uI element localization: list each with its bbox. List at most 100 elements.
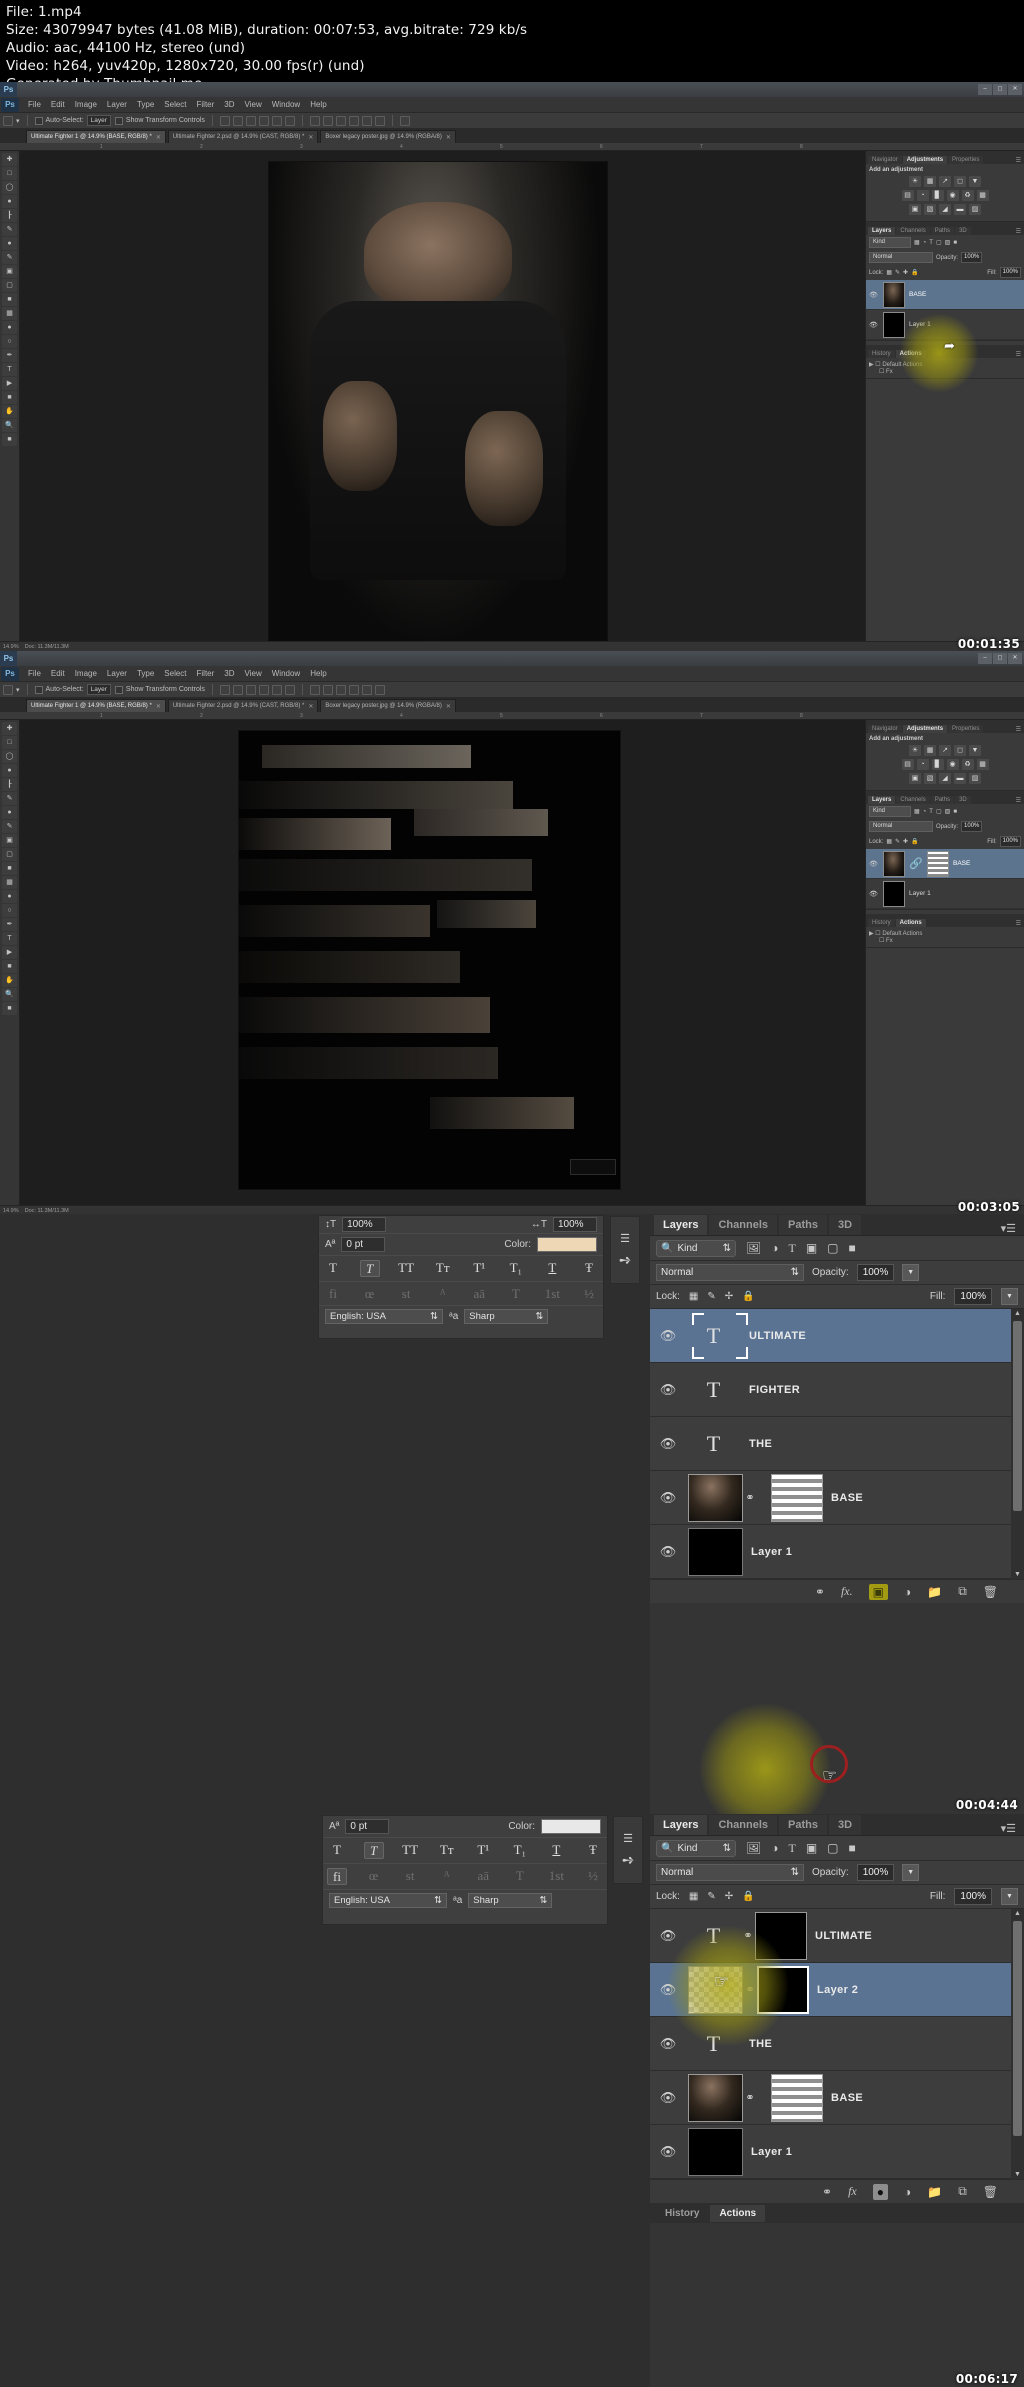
clone-source-icon[interactable]: ➺ [619, 1251, 632, 1269]
small-caps-icon[interactable]: Tт [437, 1842, 457, 1859]
layers-dock-3[interactable]: Layers Channels Paths 3D ▾☰ 🔍 Kind ⇅ 🖼 ◑… [650, 1214, 1024, 1814]
visibility-eye-icon[interactable]: 👁 [650, 1928, 686, 1944]
marquee-tool-icon[interactable]: □ [2, 736, 17, 749]
adjustments-tabstrip-1[interactable]: Navigator Adjustments Properties ☰ [866, 151, 1024, 164]
filter-shape-icon[interactable]: ▢ [936, 808, 942, 815]
layer-name[interactable]: BASE [953, 860, 970, 867]
gradient-tool-icon[interactable]: ▦ [2, 876, 17, 889]
visibility-eye-icon[interactable]: 👁 [868, 860, 879, 868]
document-tab-2[interactable]: Boxer legacy poster.jpg @ 14.9% (RGBA/8)… [320, 130, 456, 143]
menu-help[interactable]: Help [305, 100, 331, 109]
tab-channels[interactable]: Channels [709, 1815, 777, 1835]
document-tab-0-close-icon[interactable]: ✕ [156, 703, 161, 710]
ordinals-icon[interactable]: 1st [542, 1286, 562, 1301]
tab-layers[interactable]: Layers [654, 1815, 708, 1835]
kind-filter-dropdown[interactable]: 🔍 Kind ⇅ [656, 1839, 736, 1857]
hand-tool-icon[interactable]: ✋ [2, 405, 17, 418]
layers-tabstrip-3[interactable]: Layers Channels Paths 3D ▾☰ [650, 1214, 1024, 1236]
history-actions-tabstrip-4[interactable]: History Actions [650, 2203, 1024, 2223]
subscript-icon[interactable]: T₁ [510, 1842, 530, 1859]
visibility-eye-icon[interactable]: 👁 [650, 2144, 686, 2160]
color-balance-icon[interactable]: ◔ [916, 759, 929, 770]
filter-smart-icon[interactable]: ▧ [945, 239, 951, 246]
align-hcenter-icon[interactable] [232, 115, 243, 126]
panel-menu-icon[interactable]: ▾☰ [1001, 1822, 1024, 1835]
shape-tool-icon[interactable]: ■ [2, 960, 17, 973]
visibility-eye-icon[interactable]: 👁 [650, 2036, 686, 2052]
document-canvas-2[interactable] [238, 730, 621, 1190]
layer-link-icon[interactable]: ⚭ [743, 1983, 757, 1996]
layers-bottom-toolbar-3[interactable]: ⚭ fx. ▣ ◑ 📁 ⧉ 🗑 [650, 1579, 1024, 1603]
adjustments-row-2[interactable]: ▤ ◔ ▊ ◉ ♻ ▦ [869, 759, 1021, 770]
opacity-slider-arrow[interactable]: ▼ [902, 1264, 920, 1281]
superscript-icon[interactable]: T¹ [469, 1260, 489, 1277]
blend-mode-dropdown[interactable]: Normal ⇅ [656, 1864, 804, 1881]
type-layer-thumbnail[interactable]: T [686, 1323, 741, 1349]
layer-row-ultimate[interactable]: 👁 T ⚭ ULTIMATE [650, 1909, 1024, 1963]
layer-link-icon[interactable]: ⚭ [743, 1491, 757, 1504]
layer-name[interactable]: Layer 1 [751, 1546, 792, 1558]
layer-thumbnail[interactable] [883, 281, 905, 308]
layer-filter-row-1[interactable]: Kind ▦ ◔ T ▢ ▧ ■ [866, 235, 1024, 250]
titling-alternates-icon[interactable]: aā [469, 1286, 489, 1301]
blur-tool-icon[interactable]: ● [2, 890, 17, 903]
strikethrough-icon[interactable]: Ŧ [579, 1260, 599, 1277]
path-select-tool-icon[interactable]: ▶ [2, 377, 17, 390]
zoom-level-2[interactable]: 14.9% [3, 1208, 19, 1214]
lock-row-1[interactable]: Lock: ▦ ✎ ✚ 🔒 Fill: 100% [866, 265, 1024, 280]
contextual-alternates-icon[interactable]: st [400, 1868, 420, 1885]
layer-row-layer2[interactable]: 👁 ⚭ Layer 2 [650, 1963, 1024, 2017]
distribute-hcenter-icon[interactable] [361, 684, 372, 695]
tab-history[interactable]: History [868, 919, 895, 927]
new-layer-icon[interactable]: ⧉ [958, 2184, 967, 2199]
auto-select-checkbox[interactable] [34, 685, 43, 694]
adjustments-panel-1[interactable]: Navigator Adjustments Properties ☰ Add a… [866, 151, 1024, 222]
language-dropdown[interactable]: English: USA ⇅ [329, 1893, 447, 1908]
tab-paths[interactable]: Paths [930, 227, 955, 235]
scroll-down-arrow-icon[interactable]: ▼ [1014, 2171, 1021, 2178]
tab-history[interactable]: History [868, 350, 895, 358]
menu-window[interactable]: Window [267, 100, 305, 109]
menu-view[interactable]: View [240, 669, 267, 678]
align-right-icon[interactable] [245, 115, 256, 126]
menu-edit[interactable]: Edit [46, 100, 70, 109]
type-layer-thumbnail[interactable]: T [686, 2031, 741, 2057]
panel-menu-icon[interactable]: ☰ [1016, 157, 1024, 164]
filter-toggle-icon[interactable]: ■ [849, 1241, 856, 1256]
document-tab-0[interactable]: Ultimate Fighter 1 @ 14.9% (BASE, RGB/8)… [26, 699, 166, 712]
filter-smartobject-icon[interactable]: ▢ [827, 1241, 838, 1256]
action-row[interactable]: ☐ Fx [869, 368, 1021, 375]
menu-type[interactable]: Type [132, 669, 159, 678]
lasso-tool-icon[interactable]: ◯ [2, 750, 17, 763]
layer-row-layer1[interactable]: 👁 Layer 1 [866, 310, 1024, 340]
kind-filter-dropdown[interactable]: 🔍 Kind ⇅ [656, 1239, 736, 1257]
filter-pixel-icon[interactable]: 🖼 [746, 1841, 761, 1856]
exposure-icon[interactable]: ◻ [954, 176, 966, 187]
baseline-shift-value[interactable]: 0 pt [341, 1237, 386, 1252]
layer-mask-thumbnail[interactable] [755, 1911, 807, 1960]
tab-3d[interactable]: 3D [828, 1215, 862, 1235]
document-tab-1[interactable]: Ultimate Fighter 2.psd @ 14.9% (CAST, RG… [167, 130, 319, 143]
distribute-buttons-group[interactable] [309, 684, 385, 695]
tab-layers[interactable]: Layers [868, 796, 896, 804]
baseline-shift-value[interactable]: 0 pt [345, 1819, 390, 1834]
history-brush-tool-icon[interactable]: ▢ [2, 279, 17, 292]
adjustments-row-2[interactable]: ▤ ◔ ▊ ◉ ♻ ▦ [869, 190, 1021, 201]
layer-mask-thumbnail[interactable] [757, 1965, 809, 2014]
distribute-vcenter-icon[interactable] [322, 115, 333, 126]
pen-tool-icon[interactable]: ✒ [2, 349, 17, 362]
document-tab-1-close-icon[interactable]: ✕ [308, 703, 313, 710]
small-caps-icon[interactable]: Tт [433, 1260, 453, 1277]
lock-row-4[interactable]: Lock: ▦ ✎ ✢ 🔒 Fill: 100% ▼ [650, 1885, 1024, 1909]
adjustments-tabstrip-2[interactable]: Navigator Adjustments Properties ☰ [866, 720, 1024, 733]
standard-ligatures-icon[interactable]: fi [323, 1286, 343, 1301]
fractions-icon[interactable]: ½ [579, 1286, 599, 1301]
adjustments-panel-2[interactable]: Navigator Adjustments Properties ☰ Add a… [866, 720, 1024, 791]
type-tool-icon[interactable]: T [2, 932, 17, 945]
gradient-map-icon[interactable]: ▬ [954, 204, 966, 215]
filter-shape-icon[interactable]: ▢ [936, 239, 942, 246]
shape-tool-icon[interactable]: ■ [2, 391, 17, 404]
curves-icon[interactable]: ↗ [939, 176, 951, 187]
visibility-eye-icon[interactable]: 👁 [868, 321, 879, 329]
levels-icon[interactable]: ▦ [924, 176, 936, 187]
